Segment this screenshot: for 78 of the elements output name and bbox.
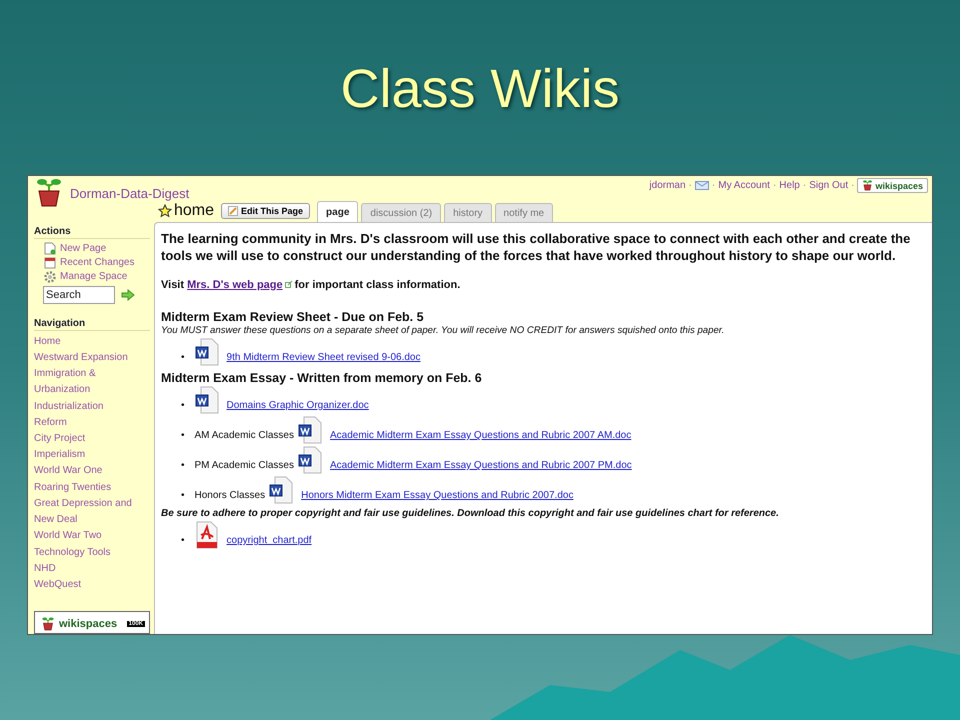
nav-link[interactable]: Imperialism — [34, 447, 150, 464]
nav-link[interactable]: Technology Tools — [34, 544, 150, 561]
word-document-icon — [298, 446, 322, 474]
file-link[interactable]: 9th Midterm Review Sheet revised 9-06.doc — [194, 338, 420, 366]
nav-link[interactable]: Home — [34, 334, 150, 350]
go-button[interactable] — [121, 288, 135, 301]
action-link[interactable]: New Page — [34, 242, 150, 256]
page-tab[interactable]: notify me — [494, 203, 554, 222]
bullet: • — [181, 400, 185, 411]
bullet: • — [181, 490, 185, 501]
potted-plant-icon — [862, 180, 874, 191]
page-tab[interactable]: discussion (2) — [361, 203, 442, 222]
action-link[interactable]: Manage Space — [34, 270, 150, 284]
nav-link[interactable]: Roaring Twenties — [34, 480, 150, 496]
new-page-icon — [44, 242, 56, 256]
potted-plant-icon — [41, 616, 55, 631]
right-arrow-icon — [121, 288, 135, 301]
nav-link[interactable]: NHD — [34, 560, 150, 577]
section-heading: Midterm Exam Review Sheet - Due on Feb. 5 — [161, 309, 425, 325]
nav-link[interactable]: Reform — [34, 414, 150, 432]
file-link[interactable]: Honors Midterm Exam Essay Questions and Rubric 2007.doc — [269, 476, 574, 504]
word-document-icon — [269, 476, 294, 504]
copyright-note: Be sure to adhere to proper copyright and fair use guidelines. Download this copyright and fair use guidelines chart for reference. — [161, 508, 780, 519]
nav-link[interactable]: World War Two — [34, 528, 150, 544]
username-link[interactable]: jdorman — [649, 180, 686, 191]
sidebar-heading: Navigation — [34, 318, 150, 331]
word-document-icon — [194, 338, 219, 366]
class-label: AM Academic Classes — [194, 430, 294, 441]
info-sentence: Visit Mrs. D's web page for important class information. — [161, 279, 462, 291]
file-link[interactable]: Academic Midterm Exam Essay Questions and Rubric 2007 AM.doc — [298, 416, 632, 444]
account-link[interactable]: Sign Out — [809, 180, 848, 191]
file-link[interactable]: Academic Midterm Exam Essay Questions and Rubric 2007 PM.doc — [298, 446, 632, 474]
account-link[interactable]: My Account — [718, 180, 770, 191]
word-document-icon — [298, 416, 322, 444]
search-field[interactable]: Search — [43, 286, 115, 304]
section-heading: Midterm Exam Essay - Written from memory on Feb. 6 — [161, 370, 483, 386]
action-link[interactable]: Recent Changes — [34, 256, 150, 270]
nav-link[interactable]: City Project — [34, 431, 150, 448]
sidebar-heading: Actions — [34, 226, 150, 239]
page-tab[interactable]: history — [444, 203, 492, 222]
wikispaces-badge[interactable]: wikispaces — [857, 178, 928, 193]
separator-dot: · — [851, 180, 854, 191]
bullet: • — [181, 352, 185, 363]
class-label: Honors Classes — [194, 490, 266, 501]
edit-page-button[interactable]: Edit This Page — [221, 203, 310, 219]
bullet: • — [181, 535, 185, 546]
file-link[interactable]: copyright_chart.pdf — [194, 521, 312, 549]
pencil-icon — [228, 206, 238, 216]
nav-link[interactable]: Industrialization — [34, 398, 150, 415]
mail-icon[interactable] — [694, 181, 709, 190]
bullet: • — [181, 430, 185, 441]
page-title: home — [158, 202, 214, 220]
star-icon[interactable] — [158, 204, 172, 218]
site-name: Dorman-Data-Digest — [70, 186, 190, 201]
external-link-icon — [284, 280, 293, 288]
instruction-note: You MUST answer these questions on a separate sheet of paper. You will receive NO CREDIT for answers squished onto this paper. — [161, 325, 726, 336]
nav-link[interactable]: World War One — [34, 463, 150, 480]
separator-dot: · — [688, 180, 692, 191]
account-link[interactable]: Help — [779, 180, 800, 191]
web-page-link[interactable]: Mrs. D's web page — [187, 279, 283, 291]
nav-link[interactable]: Immigration & Urbanization — [34, 366, 150, 399]
class-label: PM Academic Classes — [194, 460, 294, 471]
separator-dot: · — [772, 180, 776, 191]
intro-paragraph: The learning community in Mrs. D's classroom will use this collaborative space to connect with each other and create the tools we will use to construct our understanding of the forces that have worked throughout history to shape our world. — [161, 231, 912, 264]
calendar-icon — [44, 256, 56, 269]
gear-icon — [44, 270, 56, 283]
word-document-icon — [194, 386, 219, 414]
potted-plant-icon — [34, 178, 64, 208]
separator-dot: · — [712, 180, 716, 191]
slide-title: Class Wikis — [340, 58, 620, 121]
nav-link[interactable]: WebQuest — [34, 576, 150, 594]
pdf-document-icon — [194, 521, 219, 549]
bullet: • — [181, 460, 185, 471]
nav-link[interactable]: Westward Expansion — [34, 350, 150, 366]
page-tab[interactable]: page — [317, 201, 358, 222]
separator-dot: · — [802, 180, 806, 191]
nav-link[interactable]: Great Depression and New Deal — [34, 496, 150, 528]
file-link[interactable]: Domains Graphic Organizer.doc — [194, 386, 369, 414]
